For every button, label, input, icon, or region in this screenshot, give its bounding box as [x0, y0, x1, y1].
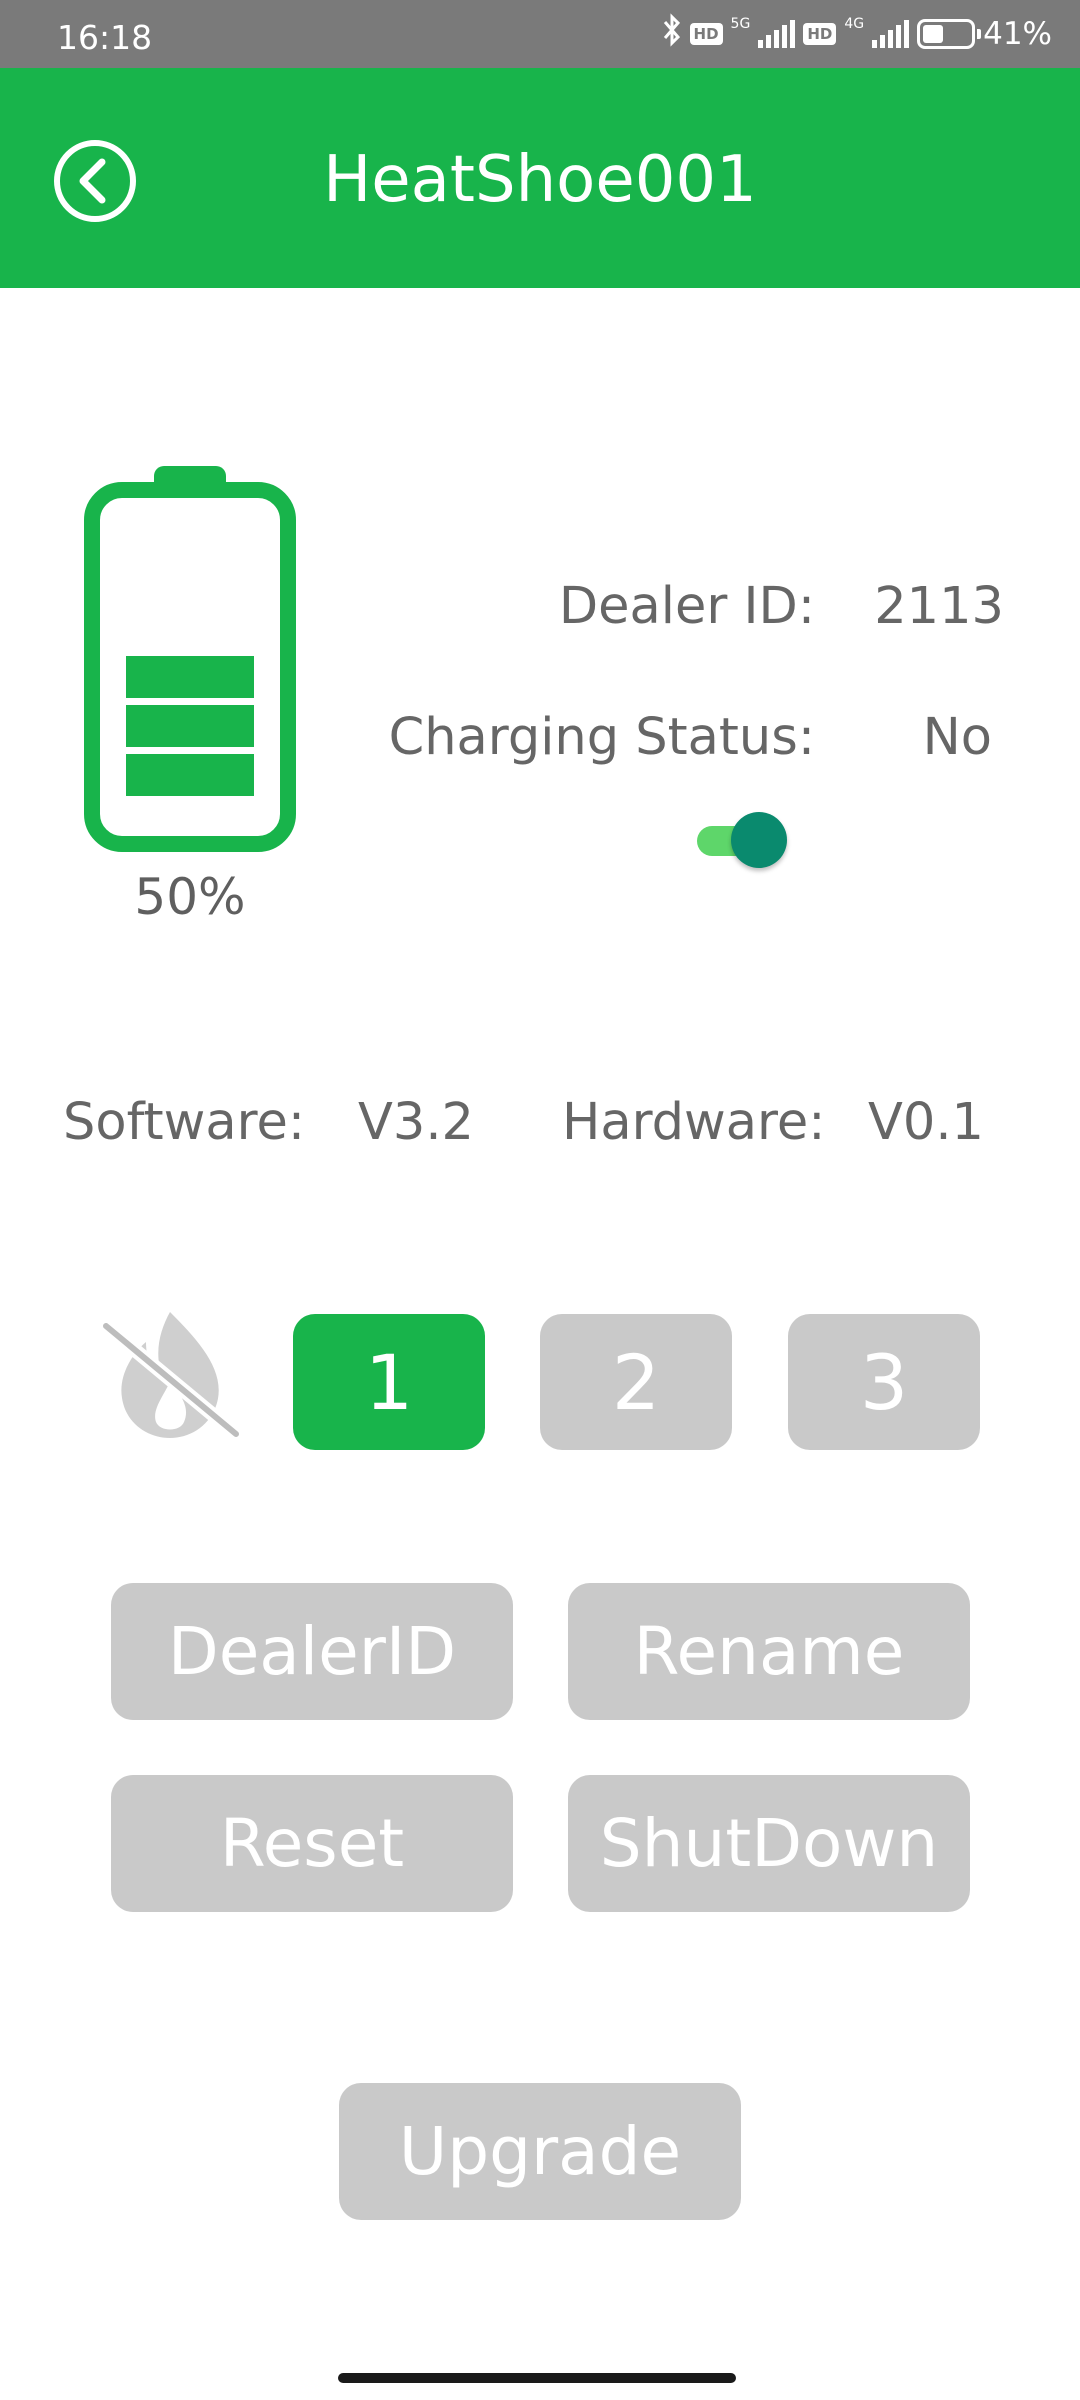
- dealer-id-value: 2113: [874, 577, 1004, 636]
- shutdown-button[interactable]: ShutDown: [568, 1775, 970, 1912]
- battery-fill-bar: [126, 705, 254, 747]
- rename-button[interactable]: Rename: [568, 1583, 970, 1720]
- status-time: 16:18: [57, 18, 153, 57]
- upgrade-button[interactable]: Upgrade: [339, 2083, 741, 2220]
- battery-percent-label: 50%: [134, 868, 246, 926]
- battery-level-icon: [84, 466, 296, 856]
- network-type-label: 5G: [730, 16, 751, 32]
- home-indicator: [338, 2373, 736, 2383]
- battery-fill-bar: [126, 656, 254, 698]
- page-title: HeatShoe001: [323, 143, 757, 217]
- dealer-id-label: Dealer ID:: [558, 577, 815, 636]
- charging-status-label: Charging Status:: [388, 708, 815, 767]
- hardware-label: Hardware:: [562, 1093, 826, 1152]
- heat-level-3-button[interactable]: 3: [788, 1314, 980, 1450]
- charging-toggle[interactable]: [697, 812, 787, 868]
- battery-percent-status: 41%: [983, 16, 1052, 52]
- dealer-id-button[interactable]: DealerID: [111, 1583, 513, 1720]
- heat-level-1-button[interactable]: 1: [293, 1314, 485, 1450]
- signal-icon: [758, 20, 796, 48]
- heat-off-button[interactable]: [99, 1302, 243, 1444]
- hardware-version: V0.1: [868, 1093, 984, 1152]
- bluetooth-icon: [662, 13, 682, 55]
- no-heat-icon: [99, 1312, 243, 1441]
- signal-icon: [872, 20, 910, 48]
- network-type-label: 4G: [844, 16, 865, 32]
- reset-button[interactable]: Reset: [111, 1775, 513, 1912]
- battery-icon: [917, 19, 982, 49]
- software-label: Software:: [63, 1093, 306, 1152]
- status-bar: 16:18 HD 5G HD 4G 41%: [0, 0, 1080, 68]
- toggle-thumb: [731, 812, 787, 868]
- software-version: V3.2: [358, 1093, 474, 1152]
- battery-fill-bar: [126, 754, 254, 796]
- hd-badge: HD: [803, 23, 837, 45]
- status-icons: HD 5G HD 4G 41%: [662, 13, 1052, 55]
- charging-status-value: No: [922, 708, 992, 767]
- hd-badge: HD: [689, 23, 723, 45]
- app-bar: HeatShoe001: [0, 68, 1080, 288]
- heat-level-2-button[interactable]: 2: [540, 1314, 732, 1450]
